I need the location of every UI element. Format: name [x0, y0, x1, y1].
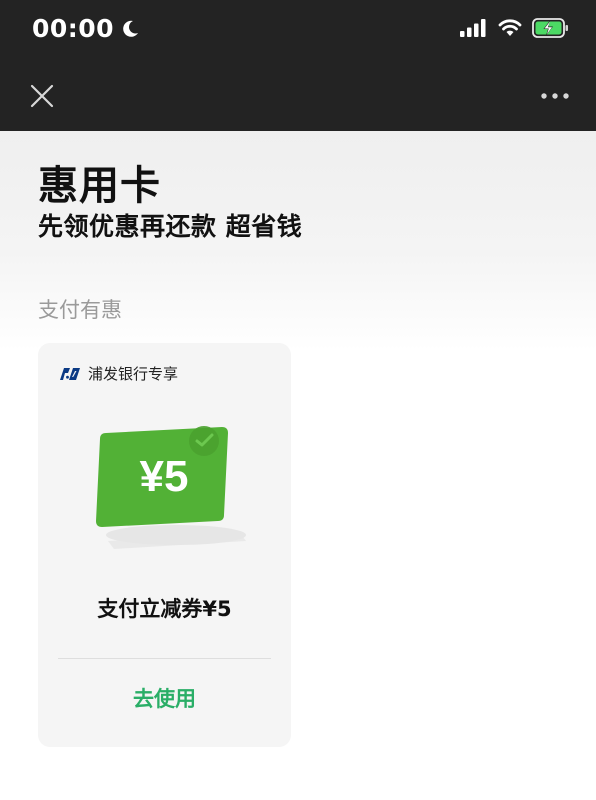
- more-icon[interactable]: [540, 88, 570, 104]
- moon-icon: [123, 20, 139, 37]
- close-icon[interactable]: [28, 82, 56, 110]
- content-area: 惠用卡 先领优惠再还款 超省钱 支付有惠 浦发银行专享 ¥5 支付立减券¥5 去: [0, 131, 596, 800]
- status-time: 00:00: [32, 14, 140, 43]
- page-title: 惠用卡: [38, 163, 161, 209]
- coupon-amount: ¥5: [140, 452, 189, 501]
- bank-name: 浦发银行专享: [88, 365, 179, 383]
- coupon-name: 支付立减券¥5: [97, 597, 232, 621]
- status-icons: [460, 17, 570, 39]
- section-label: 支付有惠: [38, 298, 122, 322]
- top-bar: 00:00: [0, 0, 596, 131]
- signal-icon: [460, 19, 486, 37]
- use-coupon-button[interactable]: 去使用: [38, 683, 291, 713]
- bank-row: 浦发银行专享: [58, 363, 178, 384]
- status-time-text: 00:00: [32, 14, 115, 43]
- card-divider: [58, 658, 271, 659]
- coupon-card[interactable]: 浦发银行专享 ¥5 支付立减券¥5 去使用: [38, 343, 291, 747]
- wifi-icon: [498, 19, 522, 36]
- battery-charging-icon: [532, 18, 568, 38]
- page-subtitle: 先领优惠再还款 超省钱: [38, 212, 303, 241]
- spdb-logo: [60, 367, 80, 380]
- coupon-image: ¥5: [96, 426, 246, 549]
